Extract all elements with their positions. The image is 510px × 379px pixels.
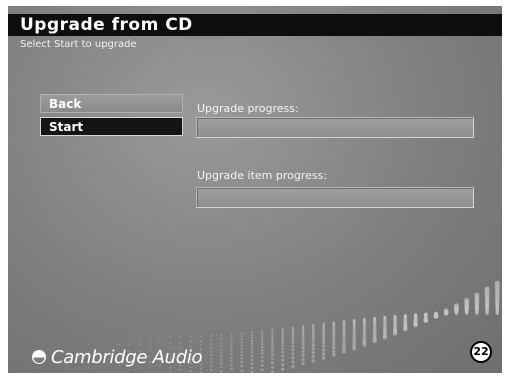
upgrade-item-progress-bar xyxy=(196,187,474,208)
upgrade-progress-label: Upgrade progress: xyxy=(197,102,299,115)
page-subtitle: Select Start to upgrade xyxy=(20,39,137,50)
cambridge-audio-logo-icon xyxy=(32,350,46,364)
page-title: Upgrade from CD xyxy=(20,15,193,35)
upgrade-item-progress-label: Upgrade item progress: xyxy=(197,169,328,182)
back-button[interactable]: Back xyxy=(40,94,183,113)
logo-text: Cambridge Audio xyxy=(51,346,203,368)
page-number-badge: 22 xyxy=(470,341,492,363)
start-button[interactable]: Start xyxy=(40,117,183,136)
upgrade-progress-bar xyxy=(196,117,474,138)
cambridge-audio-logo: Cambridge Audio xyxy=(32,345,203,369)
upgrade-screen: Upgrade from CD Select Start to upgrade … xyxy=(8,6,502,373)
